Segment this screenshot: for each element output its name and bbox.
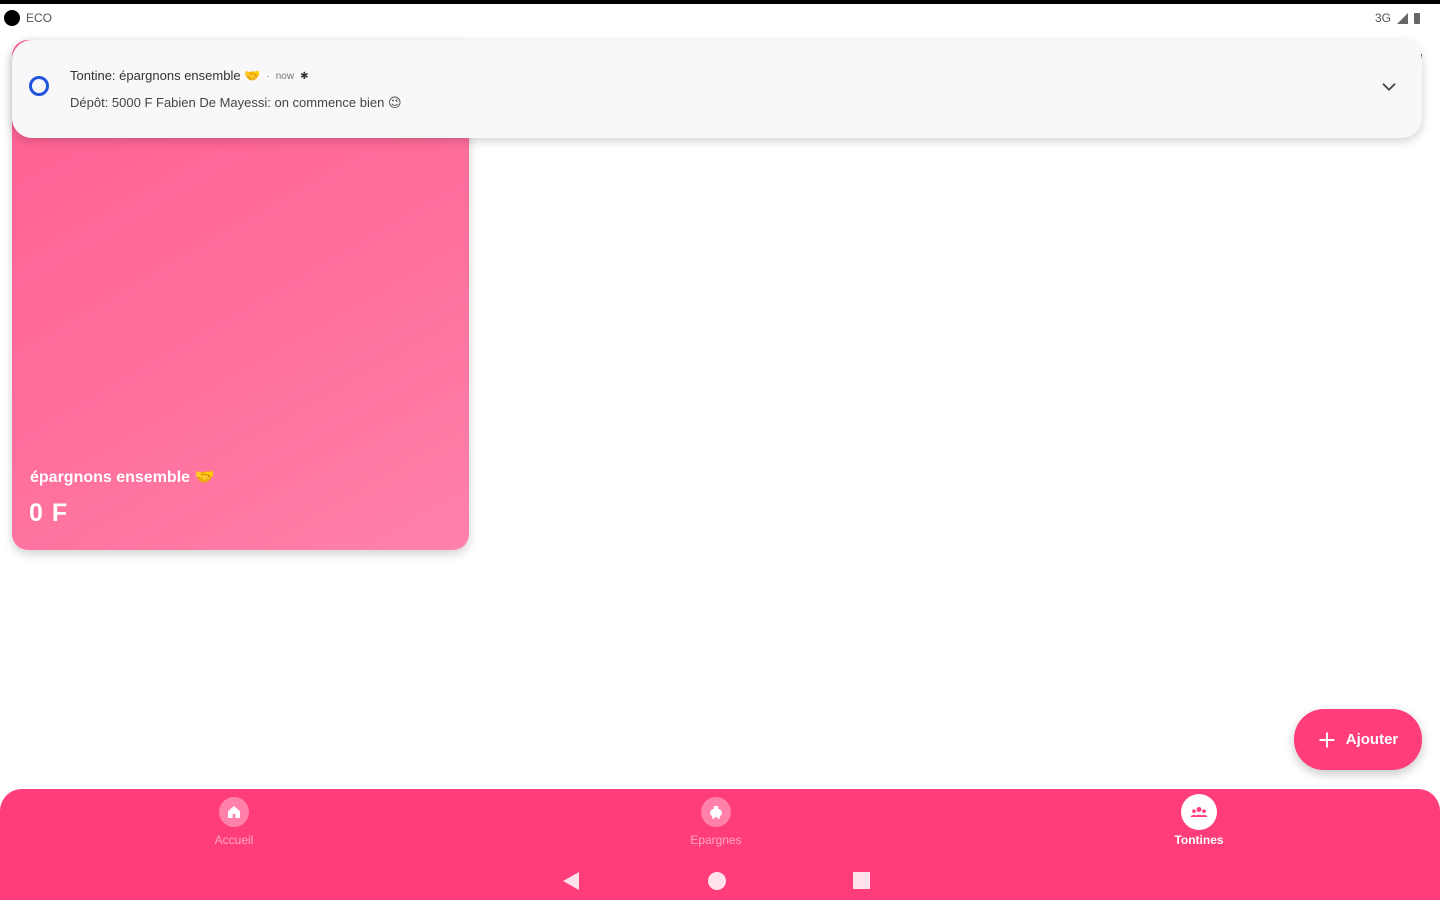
notification-separator: · — [266, 70, 270, 82]
nav-item-accueil[interactable]: Accueil — [174, 797, 294, 847]
bell-icon: ✱ — [300, 70, 309, 82]
system-navigation-bar — [0, 866, 1440, 896]
piggy-bank-icon — [701, 797, 731, 827]
add-button[interactable]: Ajouter — [1294, 709, 1422, 770]
notification-time: now — [275, 70, 295, 82]
bottom-navigation: Accueil Epargnes Tontines — [0, 789, 1440, 900]
tontine-card-title: épargnons ensemble 🤝 — [30, 469, 215, 486]
nav-item-label: Epargnes — [690, 833, 742, 847]
add-button-label: Ajouter — [1345, 731, 1399, 748]
notification-app-title: Tontine: épargnons ensemble 🤝 — [70, 68, 261, 83]
nav-item-label: Accueil — [214, 833, 254, 847]
carrier-label: ECO — [26, 11, 53, 25]
recent-apps-icon[interactable] — [853, 872, 870, 889]
notification-header: Tontine: épargnons ensemble 🤝 · now ✱ — [70, 68, 308, 84]
status-bar: ECO 3G — [0, 4, 1440, 32]
camera-dot-icon — [4, 10, 20, 26]
nav-item-label: Tontines — [1174, 833, 1224, 847]
tontine-card-amount: 0 F — [29, 499, 69, 527]
home-circle-icon[interactable] — [708, 872, 726, 890]
nav-item-tontines[interactable]: Tontines — [1139, 794, 1259, 847]
heads-up-notification[interactable]: Tontine: épargnons ensemble 🤝 · now ✱ Dé… — [12, 40, 1422, 138]
plus-icon — [1319, 731, 1335, 748]
home-icon — [219, 797, 249, 827]
status-right: 3G — [1375, 11, 1420, 25]
app-screen: ECO 3G épargnons ensemble 🤝 0 F Tontine:… — [0, 0, 1440, 900]
chevron-down-icon[interactable] — [1378, 76, 1400, 98]
network-type-label: 3G — [1374, 11, 1391, 25]
group-icon — [1181, 794, 1217, 830]
back-icon[interactable] — [563, 872, 579, 890]
status-left: ECO — [4, 10, 52, 26]
nav-item-epargnes[interactable]: Epargnes — [656, 797, 776, 847]
app-ring-icon — [29, 76, 49, 96]
battery-icon — [1414, 12, 1420, 24]
notification-message: Dépôt: 5000 F Fabien De Mayessi: on comm… — [70, 95, 402, 110]
signal-icon — [1397, 12, 1408, 24]
